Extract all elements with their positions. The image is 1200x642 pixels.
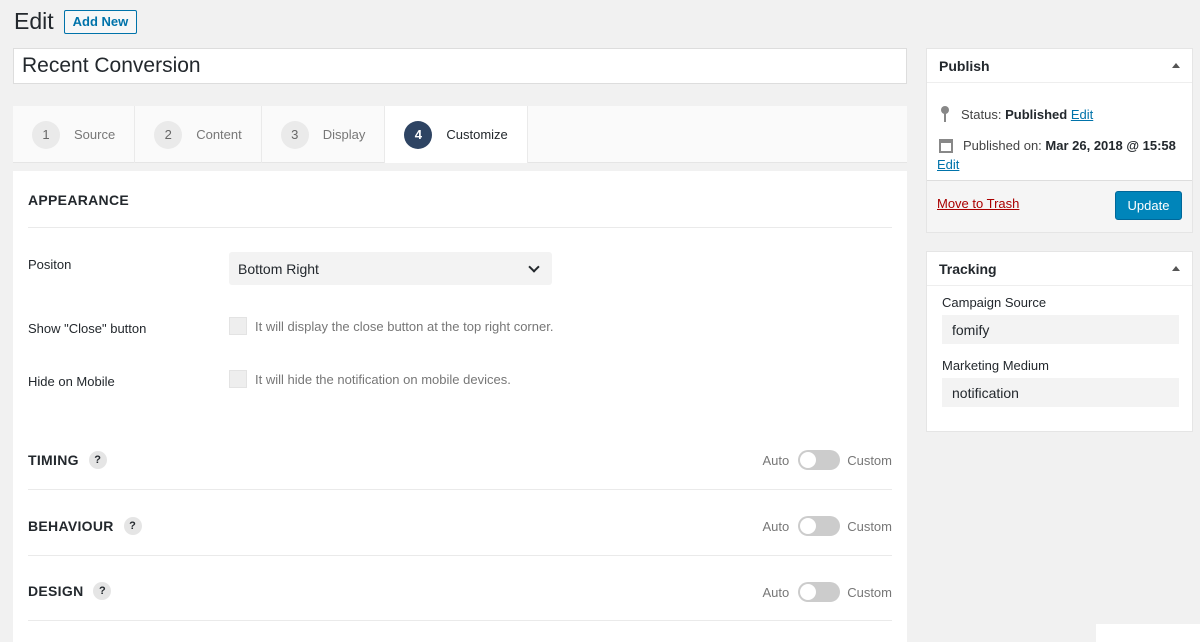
wizard-steps: 1 Source 2 Content 3 Display 4 Customize	[13, 106, 907, 163]
auto-label: Auto	[762, 452, 790, 468]
design-toggle[interactable]	[798, 582, 841, 602]
step-source[interactable]: 1 Source	[13, 106, 136, 163]
pin-icon	[939, 106, 951, 122]
campaign-source-label: Campaign Source	[942, 295, 1047, 310]
step-number: 3	[280, 120, 309, 149]
customize-panel: APPEARANCE Positon Bottom Right Show "Cl…	[13, 171, 907, 642]
tracking-box: Tracking Campaign Source fomify Marketin…	[926, 251, 1193, 432]
hide-mobile-desc: It will hide the notification on mobile …	[255, 371, 511, 387]
campaign-source-input[interactable]: fomify	[942, 315, 1179, 344]
step-content[interactable]: 2 Content	[135, 106, 262, 163]
marketing-medium-input[interactable]: notification	[942, 378, 1179, 407]
edit-date-link[interactable]: Edit	[937, 157, 959, 172]
close-button-option: It will display the close button at the …	[229, 317, 553, 335]
marketing-medium-label: Marketing Medium	[942, 358, 1049, 373]
publish-title: Publish	[939, 57, 990, 74]
chevron-down-icon	[528, 260, 540, 273]
step-label: Customize	[446, 127, 508, 142]
timing-title: TIMING	[28, 452, 79, 468]
position-select[interactable]: Bottom Right	[229, 252, 552, 285]
hide-mobile-label: Hide on Mobile	[28, 374, 115, 389]
timing-heading: TIMING ?	[28, 451, 107, 469]
publish-actions: Move to Trash Update	[927, 180, 1192, 232]
step-display[interactable]: 3 Display	[262, 106, 386, 163]
behaviour-toggle[interactable]	[798, 516, 841, 536]
edit-status-link[interactable]: Edit	[1071, 107, 1093, 122]
help-icon[interactable]: ?	[123, 517, 142, 535]
step-customize[interactable]: 4 Customize	[385, 106, 528, 163]
divider	[28, 489, 892, 490]
status-label: Status:	[961, 106, 1002, 122]
corner-panel	[1096, 624, 1200, 642]
hide-mobile-option: It will hide the notification on mobile …	[229, 370, 511, 388]
page-title: Edit	[14, 8, 54, 34]
published-on-line: Published on: Mar 26, 2018 @ 15:58	[939, 138, 1176, 153]
publish-box-header[interactable]: Publish	[927, 49, 1192, 83]
help-icon[interactable]: ?	[88, 451, 107, 469]
divider	[28, 555, 892, 556]
custom-label: Custom	[847, 518, 892, 534]
auto-label: Auto	[762, 584, 790, 600]
status-line: Status: Published Edit	[939, 106, 1093, 122]
status-value: Published	[1005, 106, 1068, 122]
divider	[28, 227, 892, 228]
timing-toggle-group: Auto Custom	[762, 450, 892, 470]
behaviour-toggle-group: Auto Custom	[762, 516, 892, 536]
collapse-arrow-icon[interactable]	[1172, 266, 1180, 271]
published-on-value: Mar 26, 2018 @ 15:58	[1045, 138, 1176, 153]
design-title: DESIGN	[28, 583, 84, 599]
close-button-checkbox[interactable]	[229, 317, 247, 335]
step-label: Display	[322, 127, 366, 142]
move-to-trash-link[interactable]: Move to Trash	[937, 196, 1019, 211]
step-number: 1	[32, 120, 60, 149]
divider	[28, 620, 892, 621]
behaviour-title: BEHAVIOUR	[28, 518, 114, 534]
auto-label: Auto	[762, 518, 790, 534]
custom-label: Custom	[847, 452, 892, 468]
design-heading: DESIGN ?	[28, 582, 112, 600]
custom-label: Custom	[847, 584, 892, 600]
step-label: Source	[74, 127, 116, 142]
close-button-desc: It will display the close button at the …	[255, 318, 554, 334]
page-header: Edit Add New	[14, 8, 138, 35]
design-toggle-group: Auto Custom	[762, 582, 892, 602]
behaviour-heading: BEHAVIOUR ?	[28, 517, 142, 535]
appearance-heading: APPEARANCE	[28, 192, 130, 208]
calendar-icon	[939, 138, 953, 153]
hide-mobile-checkbox[interactable]	[229, 370, 247, 388]
edit-date-line: Edit	[937, 157, 959, 172]
position-select-value: Bottom Right	[238, 260, 319, 277]
add-new-button[interactable]: Add New	[63, 9, 138, 34]
collapse-arrow-icon[interactable]	[1172, 63, 1180, 68]
step-number: 2	[154, 120, 183, 149]
help-icon[interactable]: ?	[93, 582, 112, 600]
position-label: Positon	[28, 257, 72, 272]
published-on-label: Published on:	[963, 138, 1042, 153]
step-number: 4	[404, 120, 433, 149]
step-label: Content	[196, 127, 242, 142]
post-title-input[interactable]: Recent Conversion	[13, 48, 907, 84]
tracking-title: Tracking	[939, 260, 997, 277]
timing-toggle[interactable]	[798, 450, 841, 470]
update-button[interactable]: Update	[1115, 191, 1182, 220]
publish-box: Publish Status: Published Edit Published…	[926, 48, 1193, 233]
tracking-box-header[interactable]: Tracking	[927, 252, 1192, 286]
close-button-label: Show "Close" button	[28, 321, 147, 336]
